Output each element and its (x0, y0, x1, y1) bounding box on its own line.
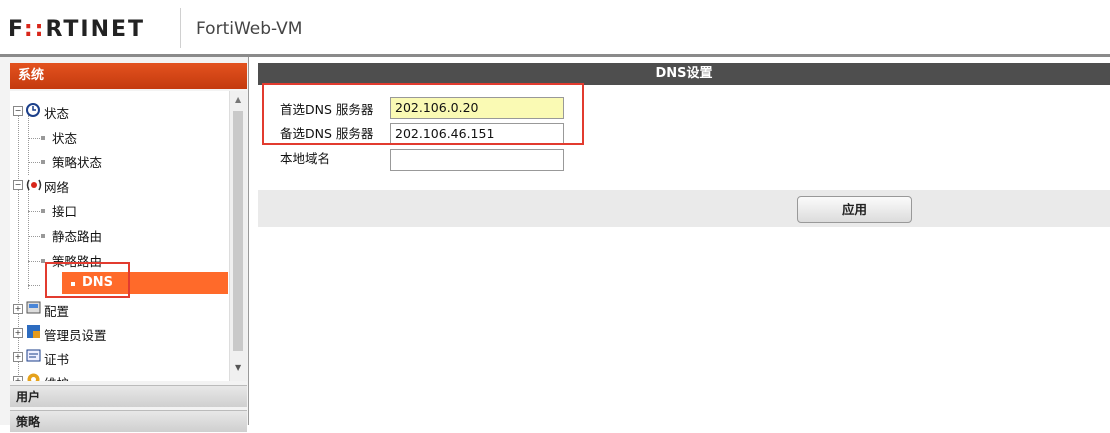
nav-tree-scrollbar[interactable]: ▲ ▼ (229, 91, 247, 381)
top-header: F::RTINET FortiWeb-VM (0, 0, 1110, 57)
sidebar-section-system[interactable]: 系统 (10, 63, 247, 89)
local-domain-input[interactable] (390, 149, 564, 171)
scroll-down-arrow-icon[interactable]: ▼ (235, 363, 241, 372)
tree-item-interface[interactable]: 接口 (52, 201, 77, 220)
admin-icon (26, 324, 41, 343)
local-domain-label: 本地域名 (280, 151, 331, 166)
scroll-thumb[interactable] (233, 111, 243, 351)
tree-item-admin-settings[interactable]: 管理员设置 (44, 325, 107, 344)
nav-tree: − 状态 状态 策略状态 − 网络 接口 静态路由 策略路由 + 配置 + 管理… (10, 91, 229, 381)
expand-toggle-maintenance[interactable]: + (13, 376, 23, 381)
annotation-box-dns (45, 262, 130, 298)
tree-item-status[interactable]: 状态 (52, 128, 77, 147)
config-icon (26, 300, 41, 319)
tree-item-policy-status[interactable]: 策略状态 (52, 152, 102, 171)
expand-toggle-admin[interactable]: + (13, 328, 23, 338)
collapse-toggle-network[interactable]: − (13, 180, 23, 190)
expand-toggle-certificate[interactable]: + (13, 352, 23, 362)
sidebar-section-user[interactable]: 用户 (10, 385, 247, 407)
tree-item-network-group[interactable]: 网络 (44, 177, 69, 196)
tree-item-certificate[interactable]: 证书 (44, 349, 69, 368)
page-title: DNS设置 (258, 63, 1110, 85)
apply-bar (258, 190, 1110, 227)
header-divider (180, 8, 181, 48)
expand-toggle-config[interactable]: + (13, 304, 23, 314)
status-icon (26, 102, 40, 121)
network-icon (26, 177, 42, 196)
scroll-up-arrow-icon[interactable]: ▲ (235, 95, 241, 104)
apply-button[interactable]: 应用 (797, 196, 912, 223)
certificate-icon (26, 348, 41, 367)
sidebar-section-policy[interactable]: 策略 (10, 410, 247, 432)
product-name: FortiWeb-VM (196, 19, 303, 39)
tree-item-config[interactable]: 配置 (44, 301, 69, 320)
collapse-toggle-status[interactable]: − (13, 106, 23, 116)
tree-item-static-route[interactable]: 静态路由 (52, 226, 102, 245)
tree-item-status-group[interactable]: 状态 (44, 103, 69, 122)
annotation-box-dns-servers (262, 83, 584, 145)
maintenance-icon (26, 372, 41, 381)
fortinet-logo: F::RTINET (8, 17, 146, 42)
tree-item-maintenance[interactable]: 维护 (44, 373, 69, 381)
